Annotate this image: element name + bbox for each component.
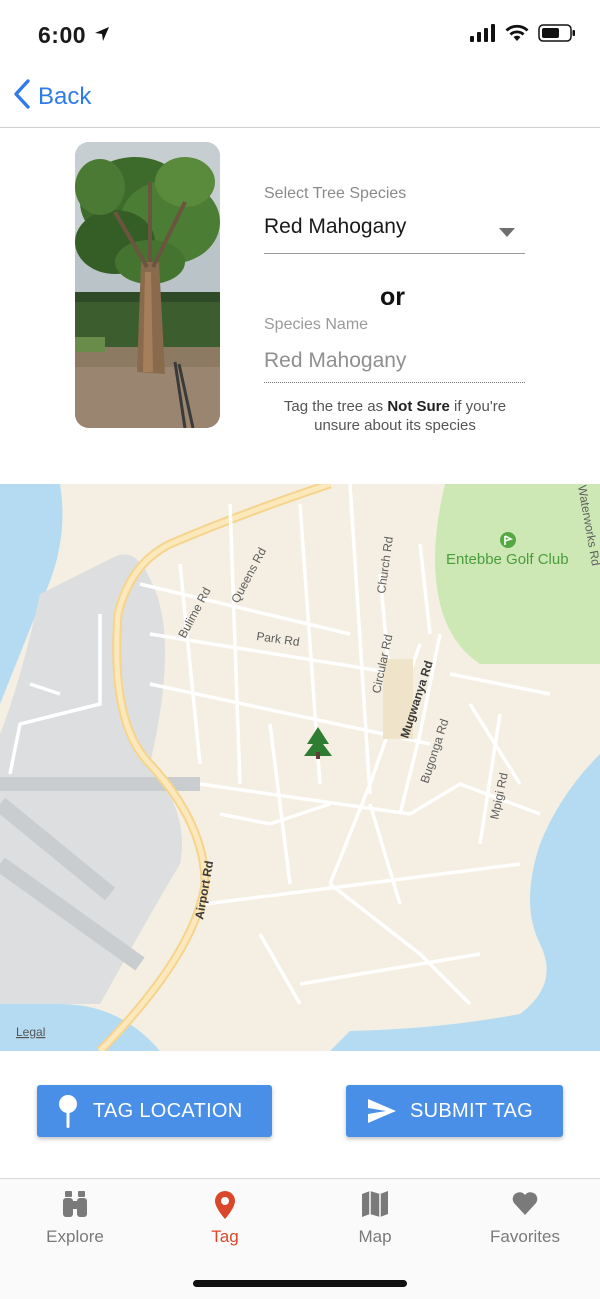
tab-map-label: Map: [358, 1227, 392, 1246]
tab-map[interactable]: Map: [300, 1179, 450, 1259]
tab-favorites-label: Favorites: [490, 1227, 560, 1246]
legal-link[interactable]: Legal: [16, 1025, 45, 1039]
caret-down-icon: [499, 224, 515, 242]
back-button[interactable]: Back: [12, 78, 91, 115]
map-canvas[interactable]: Entebbe Golf Club Bulime Rd Queens Rd Pa…: [0, 484, 600, 1051]
status-bar: 6:00: [0, 0, 600, 72]
battery-icon: [538, 24, 576, 47]
submit-tag-label: SUBMIT TAG: [410, 1099, 534, 1122]
status-indicators: [470, 24, 576, 47]
species-name-label: Species Name: [264, 316, 369, 333]
submit-tag-button[interactable]: SUBMIT TAG: [346, 1085, 563, 1137]
tree-photo[interactable]: [75, 142, 220, 428]
map-pin-icon: [57, 1094, 79, 1128]
navigation-bar: Back: [0, 72, 600, 128]
tab-favorites[interactable]: Favorites: [450, 1179, 600, 1259]
chevron-left-icon: [12, 78, 32, 115]
location-map[interactable]: Entebbe Golf Club Bulime Rd Queens Rd Pa…: [0, 484, 600, 1051]
tab-explore[interactable]: Explore: [0, 1179, 150, 1259]
back-label: Back: [38, 82, 92, 110]
binoculars-icon: [0, 1191, 150, 1219]
species-dropdown[interactable]: Red Mahogany: [264, 210, 525, 254]
select-species-label: Select Tree Species: [264, 185, 407, 202]
location-arrow-icon: [94, 26, 110, 47]
send-icon: [368, 1099, 396, 1123]
map-marker-icon: [150, 1191, 300, 1219]
or-separator: or: [380, 283, 405, 311]
tab-tag-label: Tag: [211, 1227, 239, 1246]
not-sure-hint: Tag the tree as Not Sure if you're unsur…: [283, 398, 507, 434]
tag-location-label: TAG LOCATION: [93, 1099, 243, 1122]
tag-location-button[interactable]: TAG LOCATION: [37, 1085, 272, 1137]
wifi-icon: [505, 24, 529, 47]
signal-icon: [470, 24, 496, 47]
poi-label: Entebbe Golf Club: [446, 551, 569, 568]
tab-tag[interactable]: Tag: [150, 1179, 300, 1259]
folded-map-icon: [300, 1191, 450, 1219]
home-indicator[interactable]: [193, 1280, 407, 1287]
heart-icon: [450, 1191, 600, 1219]
status-time: 6:00: [38, 22, 87, 48]
species-dropdown-value: Red Mahogany: [264, 215, 407, 238]
species-name-input[interactable]: [264, 340, 525, 383]
tab-explore-label: Explore: [46, 1227, 104, 1246]
